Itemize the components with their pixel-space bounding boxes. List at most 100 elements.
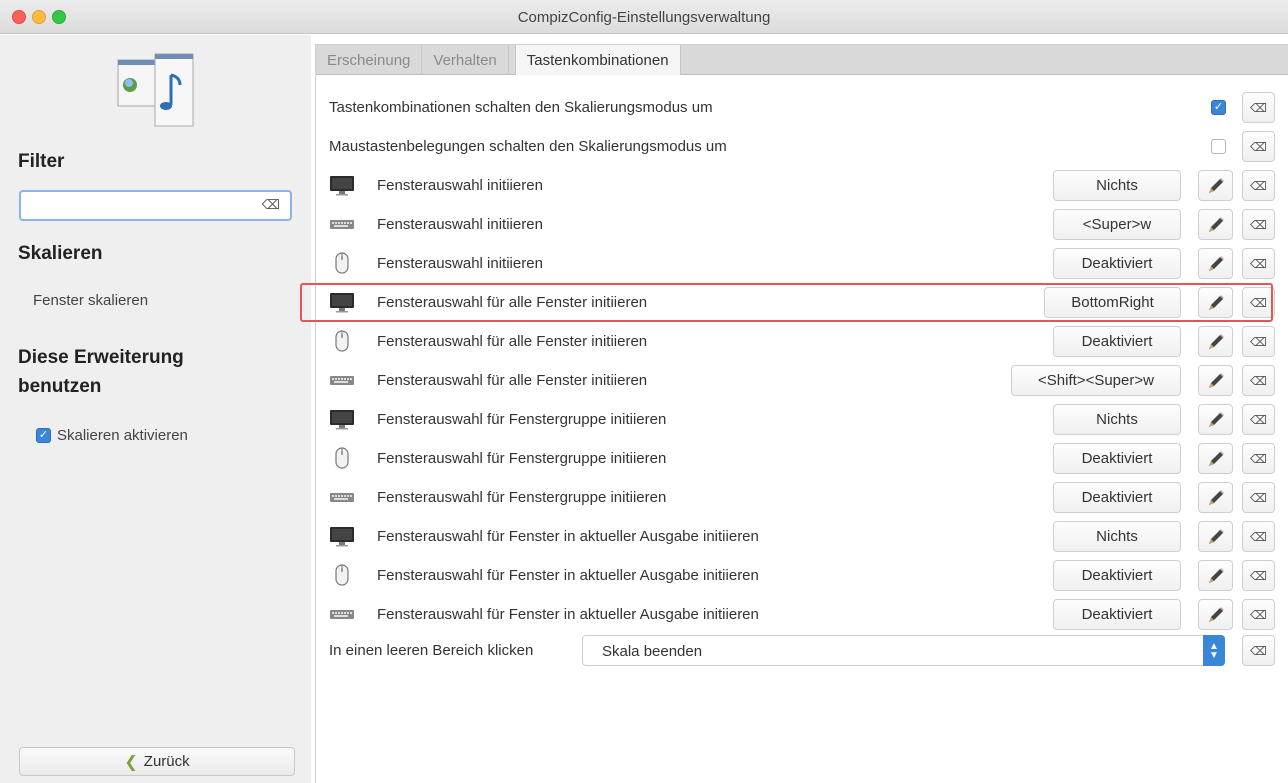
reset-button[interactable]: ⌫ [1242,482,1275,513]
edit-button[interactable] [1198,365,1233,396]
toggle-checkbox[interactable] [1211,139,1226,154]
binding-row: Fensterauswahl für Fenstergruppe initiie… [316,400,1288,439]
binding-row: Fensterauswahl initiieren <Super>w ⌫ [316,205,1288,244]
binding-value-button[interactable]: Deaktiviert [1053,443,1181,474]
binding-value-button[interactable]: Deaktiviert [1053,599,1181,630]
keyboard-icon [329,369,355,391]
filter-input[interactable]: ⌫ [19,190,292,221]
plugin-app-icon [117,53,194,127]
updown-arrow-icon: ▲ ▼ [1203,635,1225,666]
binding-value-button[interactable]: Deaktiviert [1053,482,1181,513]
reset-button[interactable]: ⌫ [1242,326,1275,357]
edit-button[interactable] [1198,599,1233,630]
keyboard-icon [329,213,355,235]
edit-button[interactable] [1198,209,1233,240]
monitor-icon [329,525,355,547]
reset-button[interactable]: ⌫ [1242,404,1275,435]
binding-row: Fensterauswahl initiieren Deaktiviert ⌫ [316,244,1288,283]
empty-click-label: In einen leeren Bereich klicken [329,642,534,659]
pencil-icon [1208,489,1224,505]
reset-button[interactable]: ⌫ [1242,521,1275,552]
binding-label: Fensterauswahl für Fenster in aktueller … [377,567,759,584]
tab-tastenkombinationen[interactable]: Tastenkombinationen [514,45,681,75]
binding-value-button[interactable]: Nichts [1053,170,1181,201]
tab-verhalten[interactable]: Verhalten [422,45,509,75]
edit-button[interactable] [1198,482,1233,513]
binding-row: Fensterauswahl für alle Fenster initiier… [316,361,1288,400]
clear-icon: ⌫ [1250,643,1267,658]
tab-bar: Erscheinung Verhalten Tastenkombinatione… [316,45,1288,75]
enable-plugin-row[interactable]: ✓ Skalieren aktivieren [36,427,188,444]
enable-plugin-checkbox[interactable]: ✓ [36,428,51,443]
reset-button[interactable]: ⌫ [1242,92,1275,123]
title-bar: CompizConfig-Einstellungsverwaltung [0,0,1288,34]
pencil-icon [1208,450,1224,466]
clear-icon: ⌫ [1250,490,1267,505]
reset-button[interactable]: ⌫ [1242,365,1275,396]
pencil-icon [1208,606,1224,622]
mouse-icon [329,252,355,274]
pencil-icon [1208,294,1224,310]
reset-button[interactable]: ⌫ [1242,560,1275,591]
binding-value-button[interactable]: Nichts [1053,404,1181,435]
main-panel: Erscheinung Verhalten Tastenkombinatione… [315,44,1288,783]
sidebar-item-fenster-skalieren[interactable]: Fenster skalieren [33,292,148,309]
clear-icon: ⌫ [1250,256,1267,271]
mouse-icon [329,330,355,352]
binding-value-button[interactable]: BottomRight [1044,287,1181,318]
clear-icon: ⌫ [1250,100,1267,115]
empty-click-select-value: Skala beenden [602,643,703,660]
binding-label: Fensterauswahl für alle Fenster initiier… [377,294,648,311]
edit-button[interactable] [1198,170,1233,201]
chevron-left-icon: ❮ [124,753,138,771]
monitor-icon [329,291,355,313]
reset-button[interactable]: ⌫ [1242,443,1275,474]
binding-value-button[interactable]: Deaktiviert [1053,326,1181,357]
reset-button[interactable]: ⌫ [1242,635,1275,666]
binding-value-button[interactable]: <Super>w [1053,209,1181,240]
reset-button[interactable]: ⌫ [1242,131,1275,162]
clear-filter-icon[interactable]: ⌫ [262,197,280,213]
plugin-heading: Skalieren [18,243,103,264]
pencil-icon [1208,411,1224,427]
binding-row: Fensterauswahl für alle Fenster initiier… [316,322,1288,361]
edit-button[interactable] [1198,248,1233,279]
binding-value-button[interactable]: Nichts [1053,521,1181,552]
toggle-label: Tastenkombinationen schalten den Skalier… [329,99,713,116]
binding-value-button[interactable]: Deaktiviert [1053,560,1181,591]
toggle-checkbox[interactable]: ✓ [1211,100,1226,115]
toggle-row: Tastenkombinationen schalten den Skalier… [316,88,1288,127]
clear-icon: ⌫ [1250,217,1267,232]
reset-button[interactable]: ⌫ [1242,170,1275,201]
toggle-label: Maustastenbelegungen schalten den Skalie… [329,138,727,155]
reset-button[interactable]: ⌫ [1242,599,1275,630]
monitor-icon [329,174,355,196]
use-plugin-heading-line2: benutzen [18,376,102,397]
edit-button[interactable] [1198,443,1233,474]
edit-button[interactable] [1198,404,1233,435]
reset-button[interactable]: ⌫ [1242,209,1275,240]
reset-button[interactable]: ⌫ [1242,287,1275,318]
edit-button[interactable] [1198,521,1233,552]
clear-icon: ⌫ [1250,295,1267,310]
edit-button[interactable] [1198,560,1233,591]
clear-icon: ⌫ [1250,412,1267,427]
edit-button[interactable] [1198,326,1233,357]
binding-value-button[interactable]: Deaktiviert [1053,248,1181,279]
edit-button[interactable] [1198,287,1233,318]
clear-icon: ⌫ [1250,334,1267,349]
empty-click-select[interactable]: Skala beenden ▲ ▼ [582,635,1225,666]
pencil-icon [1208,372,1224,388]
tab-erscheinung[interactable]: Erscheinung [316,45,423,75]
binding-label: Fensterauswahl für Fenster in aktueller … [377,528,759,545]
window-title: CompizConfig-Einstellungsverwaltung [517,9,771,26]
back-button[interactable]: ❮ Zurück [19,747,295,776]
pencil-icon [1208,333,1224,349]
binding-row: Fensterauswahl für Fenstergruppe initiie… [316,478,1288,517]
clear-icon: ⌫ [1250,139,1267,154]
binding-value-button[interactable]: <Shift><Super>w [1011,365,1181,396]
sidebar: Filter ⌫ Skalieren Fenster skalieren Die… [0,35,311,783]
reset-button[interactable]: ⌫ [1242,248,1275,279]
clear-icon: ⌫ [1250,607,1267,622]
binding-row: Fensterauswahl für Fenster in aktueller … [316,556,1288,595]
